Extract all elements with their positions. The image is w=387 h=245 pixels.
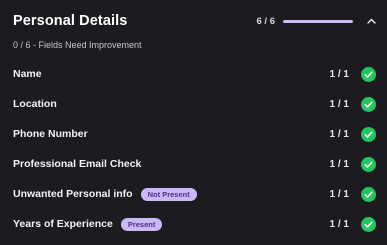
status-badge: Present	[120, 217, 163, 231]
progress-summary: 6 / 6	[257, 15, 378, 27]
row-label: Unwanted Personal info	[13, 188, 133, 200]
list-item-professional-email-check: Professional Email Check 1 / 1	[13, 156, 376, 172]
personal-details-panel: Personal Details 6 / 6 0 / 6 - Fields Ne…	[0, 0, 387, 245]
list-item-years-of-experience: Years of Experience Present 1 / 1	[13, 216, 376, 232]
status-badge: Not Present	[140, 187, 197, 201]
row-label: Professional Email Check	[13, 158, 142, 170]
check-circle-icon	[361, 126, 376, 142]
progress-bar	[283, 19, 353, 23]
panel-header[interactable]: Personal Details 6 / 6	[13, 11, 377, 31]
check-circle-icon	[361, 186, 376, 202]
row-score: 1 / 1	[329, 128, 349, 140]
list-item-name: Name 1 / 1	[13, 66, 376, 82]
row-label: Location	[13, 98, 57, 110]
row-score: 1 / 1	[329, 218, 349, 230]
row-score: 1 / 1	[329, 188, 349, 200]
row-score: 1 / 1	[329, 158, 349, 170]
row-label: Years of Experience	[13, 218, 113, 230]
row-label: Name	[13, 68, 42, 80]
panel-title: Personal Details	[13, 13, 128, 29]
row-score: 1 / 1	[329, 98, 349, 110]
check-circle-icon	[361, 66, 376, 82]
check-circle-icon	[361, 96, 376, 112]
row-score: 1 / 1	[329, 68, 349, 80]
row-label: Phone Number	[13, 128, 88, 140]
chevron-up-icon[interactable]	[365, 15, 377, 27]
check-circle-icon	[361, 216, 376, 232]
progress-count: 6 / 6	[256, 15, 276, 27]
fields-need-improvement-text: 0 / 6 - Fields Need Improvement	[13, 40, 142, 50]
check-circle-icon	[361, 156, 376, 172]
list-item-phone-number: Phone Number 1 / 1	[13, 126, 376, 142]
progress-bar-fill	[283, 19, 353, 23]
list-item-unwanted-personal-info: Unwanted Personal info Not Present 1 / 1	[13, 186, 376, 202]
list-item-location: Location 1 / 1	[13, 96, 376, 112]
